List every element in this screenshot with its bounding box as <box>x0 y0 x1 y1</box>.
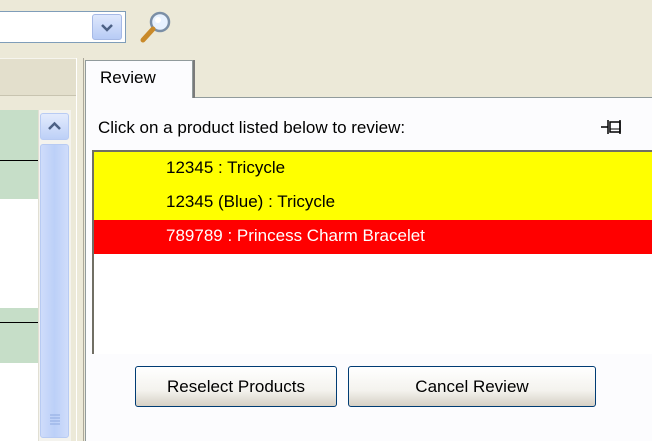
vertical-scrollbar[interactable] <box>38 110 71 441</box>
review-instruction: Click on a product listed below to revie… <box>98 118 406 137</box>
filter-combobox[interactable] <box>0 11 126 43</box>
product-list-item[interactable]: 12345 (Blue) : Tricycle <box>94 186 652 220</box>
scroll-up-button[interactable] <box>40 113 69 140</box>
tab-review-label: Review <box>100 68 156 87</box>
grid-row[interactable] <box>0 323 38 363</box>
product-list-item[interactable]: 789789 : Princess Charm Bracelet <box>94 220 652 254</box>
tab-review[interactable]: Review <box>85 60 193 98</box>
pin-button[interactable] <box>596 114 628 140</box>
grip-icon <box>50 414 60 425</box>
grid-header <box>0 58 80 96</box>
product-list-item[interactable]: 12345 : Tricycle <box>94 152 652 186</box>
chevron-up-icon <box>48 121 61 130</box>
product-label: 12345 : Tricycle <box>166 158 286 177</box>
reselect-products-button[interactable]: Reselect Products <box>135 366 337 407</box>
cancel-review-button[interactable]: Cancel Review <box>348 366 596 407</box>
scroll-thumb[interactable] <box>40 144 69 438</box>
combo-dropdown-button[interactable] <box>92 14 122 40</box>
magnifier-icon <box>140 11 171 43</box>
chevron-down-icon <box>101 24 113 32</box>
tab-edge <box>193 60 195 98</box>
data-grid[interactable] <box>0 110 38 441</box>
grid-row[interactable] <box>0 110 38 160</box>
grid-row[interactable] <box>0 161 38 199</box>
search-button[interactable] <box>136 8 176 46</box>
product-label: 12345 (Blue) : Tricycle <box>166 192 336 211</box>
grid-row[interactable] <box>0 308 38 322</box>
pin-icon <box>601 120 621 134</box>
panel-splitter[interactable] <box>76 58 84 441</box>
product-label: 789789 : Princess Charm Bracelet <box>166 226 425 245</box>
product-list[interactable]: 12345 : Tricycle 12345 (Blue) : Tricycle… <box>92 150 652 354</box>
